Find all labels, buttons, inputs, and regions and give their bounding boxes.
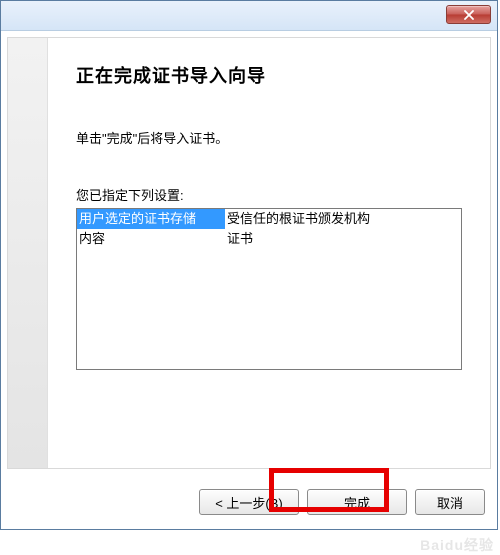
list-item[interactable]: 内容 证书	[77, 229, 461, 249]
titlebar	[1, 1, 497, 31]
settings-listbox[interactable]: 用户选定的证书存储 受信任的根证书颁发机构 内容 证书	[76, 208, 462, 370]
settings-label: 您已指定下列设置:	[76, 185, 462, 204]
list-item[interactable]: 用户选定的证书存储 受信任的根证书颁发机构	[77, 209, 461, 229]
setting-value: 证书	[225, 229, 461, 249]
wizard-main: 正在完成证书导入向导 单击"完成"后将导入证书。 您已指定下列设置: 用户选定的…	[48, 38, 490, 380]
wizard-window: 正在完成证书导入向导 单击"完成"后将导入证书。 您已指定下列设置: 用户选定的…	[0, 0, 498, 530]
cancel-button[interactable]: 取消	[415, 489, 485, 515]
window-close-button[interactable]	[446, 5, 491, 24]
wizard-button-row: < 上一步(B) 完成 取消	[1, 475, 497, 529]
setting-value: 受信任的根证书颁发机构	[225, 209, 461, 229]
finish-button[interactable]: 完成	[307, 489, 407, 515]
setting-name: 内容	[77, 229, 225, 249]
wizard-content: 正在完成证书导入向导 单击"完成"后将导入证书。 您已指定下列设置: 用户选定的…	[7, 37, 491, 469]
back-button[interactable]: < 上一步(B)	[199, 489, 299, 515]
close-icon	[463, 10, 475, 20]
wizard-instruction: 单击"完成"后将导入证书。	[76, 128, 462, 147]
wizard-side-image	[8, 38, 48, 468]
setting-name: 用户选定的证书存储	[77, 209, 225, 229]
wizard-heading: 正在完成证书导入向导	[76, 62, 462, 88]
watermark: Baidu经验	[420, 535, 494, 555]
